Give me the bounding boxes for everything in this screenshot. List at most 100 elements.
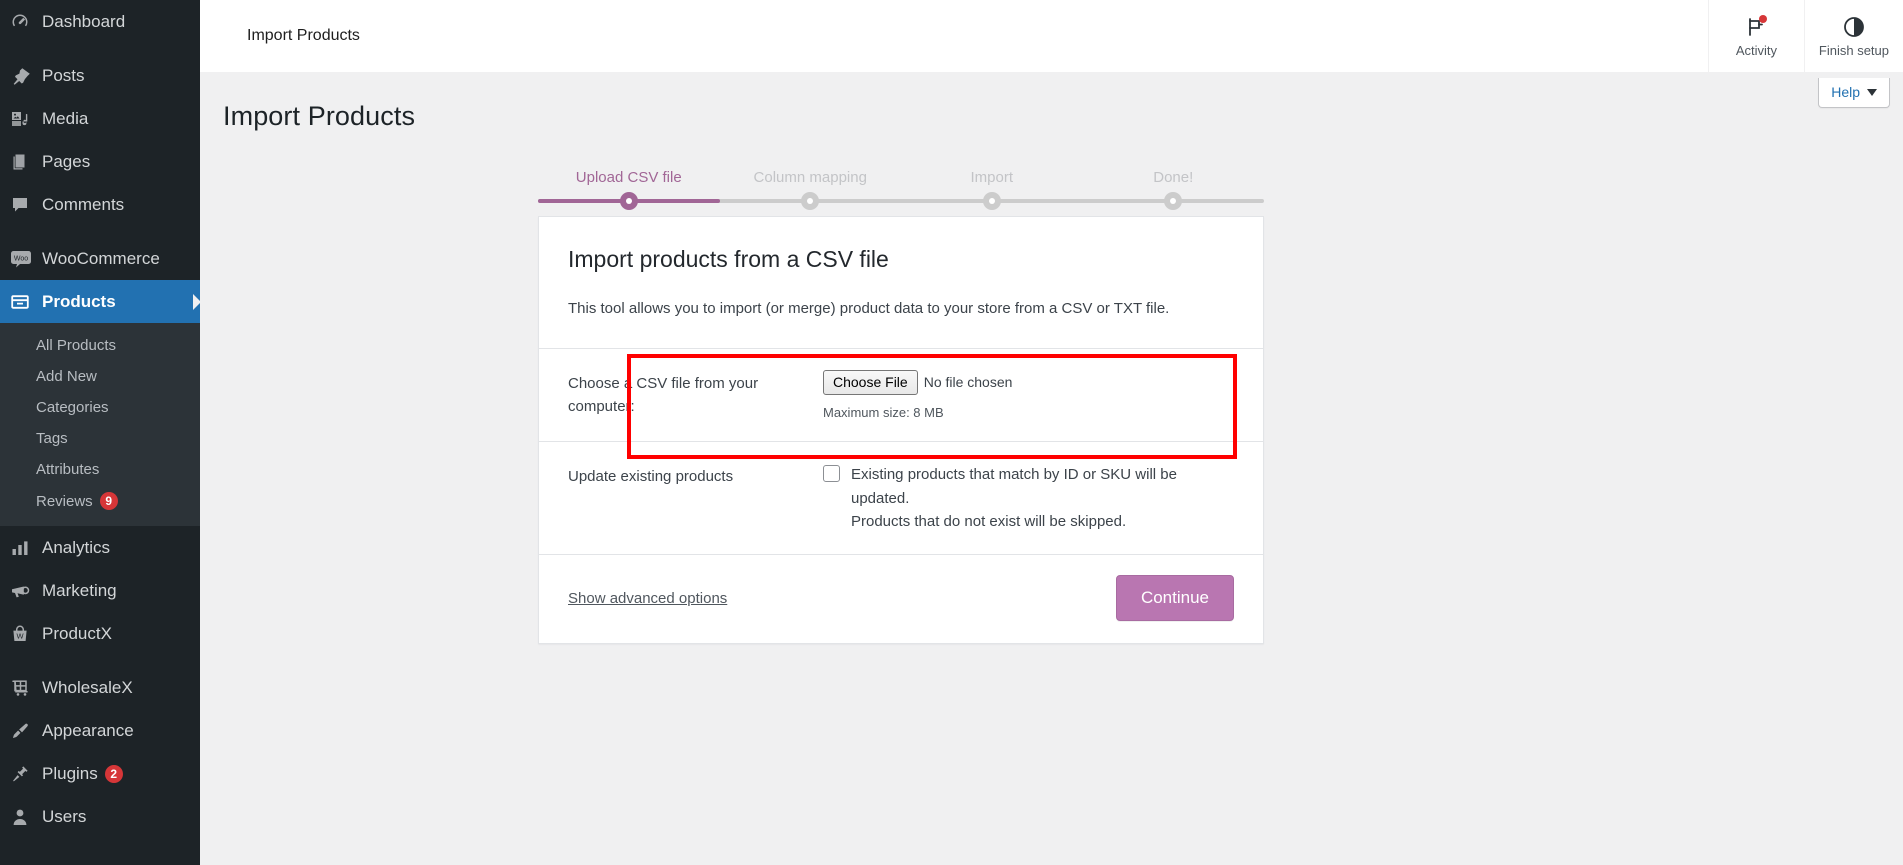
update-existing-products-row: Update existing products Existing produc… <box>539 442 1263 554</box>
finish-setup-button[interactable]: Finish setup <box>1803 0 1903 72</box>
step-dot-center <box>988 198 995 204</box>
sidebar-item-label: Appearance <box>42 720 134 740</box>
sidebar-item-dashboard[interactable]: Dashboard <box>0 0 200 43</box>
svg-text:W: W <box>16 631 24 640</box>
sidebar-item-pages[interactable]: Pages <box>0 140 200 183</box>
update-existing-products-label: Update existing products <box>568 468 734 486</box>
choose-csv-file-row: Choose a CSV file from your computer: Ch… <box>539 349 1263 442</box>
sidebar-item-label: ProductX <box>42 623 112 643</box>
sidebar-item-label: Posts <box>42 65 85 85</box>
file-status-text: No file chosen <box>923 374 1013 391</box>
step-dot-upload-csv-file[interactable] <box>619 192 638 210</box>
submenu-item-reviews[interactable]: Reviews 9 <box>0 485 200 517</box>
step-label-import[interactable]: Import <box>901 169 1083 186</box>
products-icon <box>10 289 42 315</box>
step-label-done[interactable]: Done! <box>1083 169 1265 186</box>
activity-notification-dot <box>1759 14 1768 23</box>
card-heading: Import products from a CSV file <box>568 246 889 272</box>
sidebar-item-label: Users <box>42 806 87 826</box>
marketing-icon <box>10 578 42 604</box>
sidebar-separator <box>0 43 200 54</box>
step-label-column-mapping[interactable]: Column mapping <box>720 169 902 186</box>
choose-file-button[interactable]: Choose File <box>823 369 918 396</box>
half-circle-progress-icon <box>1842 15 1866 39</box>
submenu-item-tags[interactable]: Tags <box>0 423 200 454</box>
analytics-icon <box>10 535 42 561</box>
show-advanced-options-link[interactable]: Show advanced options <box>568 590 727 607</box>
step-dot-done[interactable] <box>1164 192 1183 210</box>
sidebar-item-label: Analytics <box>42 537 111 557</box>
sidebar-item-analytics[interactable]: Analytics <box>0 526 200 569</box>
sidebar-item-plugins[interactable]: Plugins 2 <box>0 752 200 795</box>
admin-sidebar: Dashboard Posts Media Pages Comments Woo… <box>0 0 200 865</box>
max-size-hint: Maximum size: 8 MB <box>823 405 944 421</box>
sidebar-item-comments[interactable]: Comments <box>0 183 200 226</box>
card-body: Choose a CSV file from your computer: Ch… <box>539 349 1263 555</box>
sidebar-item-users[interactable]: Users <box>0 795 200 838</box>
stepper-labels: Upload CSV file Column mapping Import Do… <box>538 169 1264 186</box>
main-content: Help Import Products Upload CSV file Col… <box>200 73 1903 865</box>
submenu-item-label: Reviews <box>36 493 93 510</box>
sidebar-item-posts[interactable]: Posts <box>0 54 200 97</box>
update-existing-checkbox-text: Existing products that match by ID or SK… <box>851 463 1234 533</box>
woocommerce-header: Import Products Activity Finish setup <box>200 0 1903 73</box>
wholesalex-icon <box>10 675 42 701</box>
sidebar-item-wholesalex[interactable]: WholesaleX <box>0 666 200 709</box>
checkbox-secondary-text: Products that do not exist will be skipp… <box>851 512 1127 530</box>
plugins-icon <box>10 761 42 787</box>
sidebar-item-label: WooCommerce <box>42 248 160 268</box>
step-dot-center <box>625 198 632 204</box>
finish-setup-label: Finish setup <box>1818 42 1889 58</box>
card-footer: Show advanced options Continue <box>539 554 1263 643</box>
step-dot-import[interactable] <box>982 192 1001 210</box>
dashboard-icon <box>10 9 42 35</box>
svg-text:Woo: Woo <box>14 255 28 262</box>
page-title: Import Products <box>223 101 416 131</box>
submenu-item-categories[interactable]: Categories <box>0 392 200 423</box>
update-existing-checkbox[interactable] <box>823 465 840 483</box>
sidebar-item-label: Marketing <box>42 580 117 600</box>
file-upload-field: Choose File No file chosen Maximum size:… <box>823 369 1234 421</box>
update-existing-checkbox-line[interactable]: Existing products that match by ID or SK… <box>823 463 1234 533</box>
help-button[interactable]: Help <box>1818 78 1890 108</box>
activity-button[interactable]: Activity <box>1707 0 1804 72</box>
card-header: Import products from a CSV file This too… <box>539 217 1263 349</box>
checkbox-primary-text: Existing products that match by ID or SK… <box>851 466 1177 507</box>
sidebar-item-label: WholesaleX <box>42 677 133 697</box>
sidebar-item-woocommerce[interactable]: Woo WooCommerce <box>0 237 200 280</box>
stepper-track <box>538 192 1264 210</box>
sidebar-item-productx[interactable]: W ProductX <box>0 612 200 655</box>
sidebar-item-media[interactable]: Media <box>0 97 200 140</box>
update-existing-products-field: Existing products that match by ID or SK… <box>823 463 1234 533</box>
sidebar-item-label: Products <box>42 291 116 311</box>
sidebar-item-products[interactable]: Products <box>0 280 200 323</box>
step-dot-column-mapping[interactable] <box>801 192 820 210</box>
help-tab-wrapper: Help <box>1818 78 1890 108</box>
sidebar-item-label: Media <box>42 108 89 128</box>
sidebar-separator <box>0 226 200 237</box>
sidebar-item-appearance[interactable]: Appearance <box>0 709 200 752</box>
import-products-card: Import products from a CSV file This too… <box>538 216 1264 645</box>
activity-label: Activity <box>1735 42 1777 58</box>
sidebar-item-label: Pages <box>42 151 91 171</box>
sidebar-item-label: Dashboard <box>42 11 126 31</box>
reviews-count-badge: 9 <box>99 492 118 510</box>
users-icon <box>10 804 42 830</box>
plugins-count-badge: 2 <box>104 764 123 783</box>
chevron-down-icon <box>1867 88 1877 96</box>
appearance-icon <box>10 718 42 744</box>
submenu-item-attributes[interactable]: Attributes <box>0 454 200 485</box>
submenu-item-all-products[interactable]: All Products <box>0 330 200 361</box>
card-description: This tool allows you to import (or merge… <box>568 300 1170 317</box>
continue-button[interactable]: Continue <box>1115 575 1234 622</box>
sidebar-item-marketing[interactable]: Marketing <box>0 569 200 612</box>
header-actions: Activity Finish setup <box>1707 0 1903 72</box>
media-icon <box>10 106 42 132</box>
step-label-upload-csv-file[interactable]: Upload CSV file <box>538 169 720 186</box>
productx-icon: W <box>10 621 42 647</box>
file-input[interactable]: Choose File No file chosen <box>823 369 1234 396</box>
submenu-item-add-new[interactable]: Add New <box>0 361 200 392</box>
sidebar-item-label: Plugins <box>42 763 98 783</box>
pin-icon <box>10 63 42 89</box>
flag-icon <box>1744 14 1768 39</box>
